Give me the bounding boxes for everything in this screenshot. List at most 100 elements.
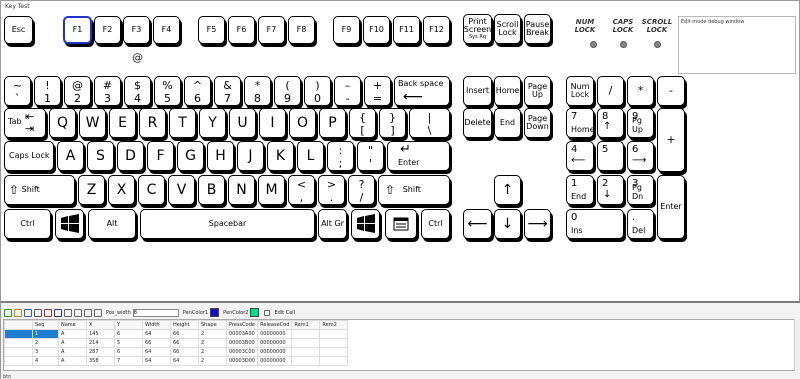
key-g[interactable]: G <box>177 141 204 171</box>
key-arrow-left[interactable]: ⟵ <box>463 209 492 239</box>
key-num-divide[interactable]: / <box>597 76 624 106</box>
key-num-7[interactable]: 7 Home <box>566 108 594 138</box>
key-arrow-up[interactable]: ↑ <box>494 175 521 205</box>
key-pause-break[interactable]: Pause Break <box>524 14 551 44</box>
key-f6[interactable]: F6 <box>228 16 255 44</box>
save-icon[interactable] <box>24 308 32 317</box>
key-5[interactable]: % 5 <box>154 76 181 106</box>
key-tab[interactable]: Tab ⇤ ⇥ <box>4 108 46 138</box>
key-f8[interactable]: F8 <box>288 16 315 44</box>
table-row[interactable]: 2 A 214 5 66 66 2 00003B00 00000000 <box>4 338 349 348</box>
cell[interactable]: 66 <box>170 338 199 348</box>
key-num-6[interactable]: 6 ⟶ <box>627 141 654 171</box>
key-arrow-right[interactable]: ⟶ <box>524 209 551 239</box>
cell[interactable]: 00003C00 <box>225 347 259 357</box>
key-delete[interactable]: Delete <box>463 108 492 138</box>
cell[interactable]: 00000000 <box>257 329 293 339</box>
cell[interactable] <box>319 347 349 357</box>
key-h[interactable]: H <box>207 141 234 171</box>
copy-icon[interactable] <box>74 308 82 317</box>
key-1[interactable]: ! 1 <box>34 76 61 106</box>
cell[interactable]: 2 <box>198 347 227 357</box>
column-header[interactable]: PressCode <box>225 320 259 330</box>
row-indicator[interactable] <box>4 329 33 339</box>
row-indicator[interactable] <box>4 347 33 357</box>
cell[interactable]: 6 <box>114 347 143 357</box>
key-3[interactable]: #3 <box>94 76 121 106</box>
key-num-0[interactable]: 0 Ins <box>566 209 624 239</box>
column-header[interactable]: Y <box>114 320 143 330</box>
key-num-2[interactable]: 2 ↓ <box>597 175 624 205</box>
key-left-bracket[interactable]: {[ <box>349 108 376 138</box>
key-semicolon[interactable]: :; <box>327 141 354 171</box>
cell[interactable]: 66 <box>170 329 199 339</box>
table-row[interactable]: 4 A 358 7 64 64 2 00003D00 00000000 <box>4 356 349 366</box>
pos-width-input[interactable]: 8 <box>132 308 179 317</box>
key-p[interactable]: P <box>319 108 346 138</box>
cell[interactable] <box>319 329 349 339</box>
key-page-up[interactable]: Page Up <box>524 76 551 106</box>
paste-icon[interactable] <box>84 308 92 317</box>
key-backspace[interactable]: Back space ⟵ <box>394 76 450 106</box>
key-alt-gr[interactable]: Alt Gr <box>318 209 347 239</box>
cell[interactable]: 00000000 <box>257 338 293 348</box>
cell[interactable]: 64 <box>170 356 199 366</box>
row-indicator[interactable] <box>4 356 33 366</box>
key-insert[interactable]: Insert <box>463 76 492 106</box>
key-f9[interactable]: F9 <box>333 16 360 44</box>
key-f12[interactable]: F12 <box>423 16 450 44</box>
key-tilde[interactable]: ~ ` <box>4 76 31 106</box>
column-header[interactable]: Rem1 <box>291 320 321 330</box>
key-t[interactable]: T <box>169 108 196 138</box>
open-icon[interactable] <box>14 308 22 317</box>
key-f7[interactable]: F7 <box>258 16 285 44</box>
column-header[interactable]: Name <box>58 320 87 330</box>
key-spacebar[interactable]: Spacebar <box>140 209 315 239</box>
cell[interactable]: 2 <box>198 338 227 348</box>
key-n[interactable]: N <box>228 175 255 205</box>
cell[interactable]: 00003B00 <box>225 338 259 348</box>
cell[interactable]: 7 <box>114 356 143 366</box>
cell[interactable]: 5 <box>114 338 143 348</box>
cell[interactable]: 1 <box>32 329 59 339</box>
key-caps-lock[interactable]: Caps Lock <box>4 141 54 171</box>
key-9[interactable]: (9 <box>274 76 301 106</box>
key-quote[interactable]: " ' <box>357 141 384 171</box>
key-z[interactable]: Z <box>78 175 105 205</box>
key-num-add[interactable]: + <box>657 108 685 172</box>
key-home[interactable]: Home <box>494 76 521 106</box>
key-2[interactable]: @2 <box>64 76 91 106</box>
cell[interactable]: 2 <box>198 356 227 366</box>
key-minus[interactable]: – - <box>334 76 361 106</box>
key-num-lock[interactable]: Num Lock <box>566 76 594 106</box>
key-f2[interactable]: F2 <box>94 16 121 44</box>
column-header[interactable]: X <box>86 320 115 330</box>
cell[interactable] <box>291 356 321 366</box>
cell[interactable] <box>319 338 349 348</box>
key-ctrl-right[interactable]: Ctrl <box>421 209 450 239</box>
key-menu[interactable] <box>385 209 417 239</box>
cell[interactable]: 2 <box>198 329 227 339</box>
key-num-9[interactable]: 9 Pg Up <box>627 108 654 138</box>
key-7[interactable]: & 7 <box>214 76 241 106</box>
key-4[interactable]: $4 <box>124 76 151 106</box>
key-arrow-down[interactable]: ↓ <box>494 209 521 239</box>
column-header[interactable]: Seq <box>32 320 59 330</box>
key-slash[interactable]: ? / <box>348 175 375 205</box>
key-num-subtract[interactable]: - <box>657 76 685 106</box>
key-m[interactable]: M <box>258 175 285 205</box>
cell[interactable]: 64 <box>142 329 171 339</box>
cell[interactable]: 4 <box>32 356 59 366</box>
cell[interactable]: 358 <box>86 356 115 366</box>
key-a[interactable]: A <box>57 141 84 171</box>
key-ctrl-left[interactable]: Ctrl <box>4 209 51 239</box>
key-scroll-lock[interactable]: Scroll Lock <box>494 14 521 44</box>
key-d[interactable]: D <box>117 141 144 171</box>
key-num-5[interactable]: 5 <box>597 141 624 171</box>
key-esc[interactable]: Esc <box>4 16 33 44</box>
cut-icon[interactable] <box>64 308 72 317</box>
key-backslash[interactable]: | \ <box>409 108 450 138</box>
key-num-multiply[interactable]: * <box>627 76 654 106</box>
column-header[interactable]: Width <box>142 320 171 330</box>
edit-cell-checkbox[interactable] <box>264 309 271 316</box>
